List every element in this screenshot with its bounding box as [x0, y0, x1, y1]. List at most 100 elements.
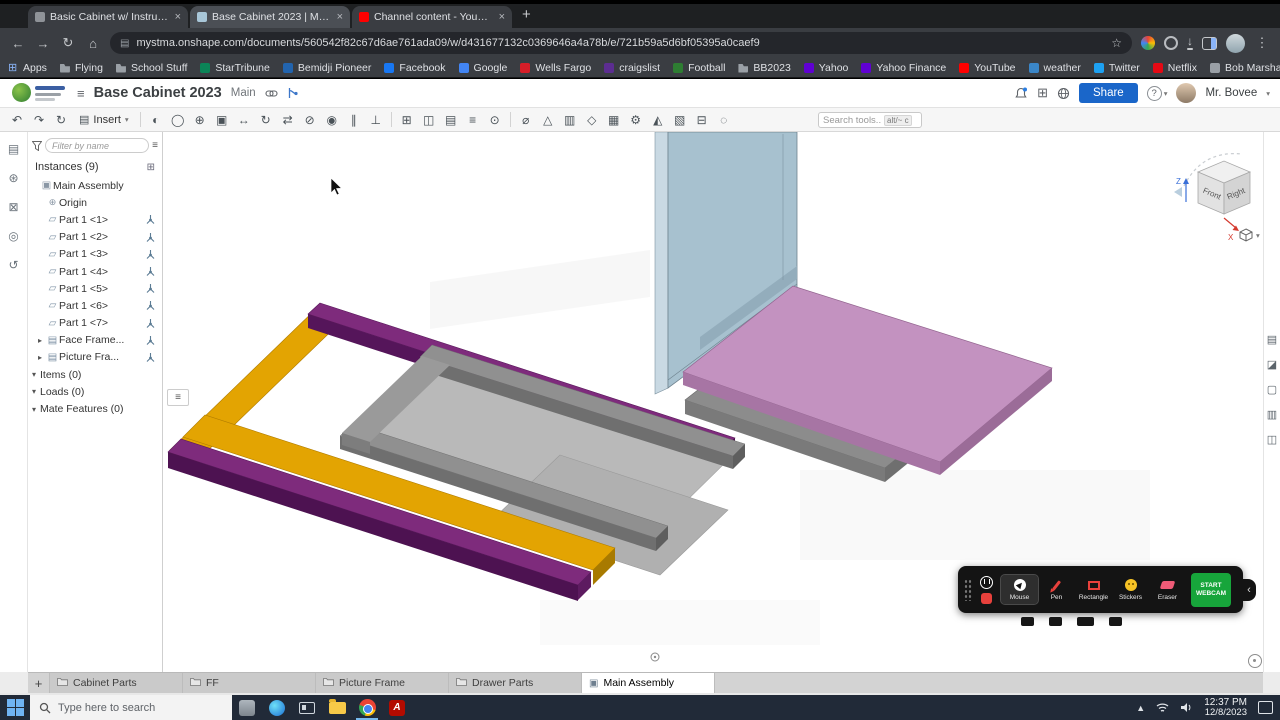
toolbar-icon[interactable]: ⚙ — [625, 111, 647, 129]
document-title[interactable]: Base Cabinet 2023 — [94, 85, 222, 101]
instances-options-icon[interactable]: ⊞ — [147, 162, 155, 173]
profile-avatar[interactable] — [1226, 33, 1245, 53]
tab-close-icon[interactable]: × — [499, 11, 505, 23]
toolbar-icon[interactable]: ∥ — [343, 111, 365, 129]
panel-icon[interactable]: ◪ — [1267, 358, 1277, 371]
list-view-icon[interactable]: ≡ — [152, 140, 158, 151]
extension-icon-2[interactable] — [1164, 36, 1178, 50]
mate-connector-icon[interactable] — [145, 318, 156, 329]
toolbar-icon[interactable]: ◐ — [145, 111, 167, 129]
view-options-button[interactable]: ▾ — [1239, 228, 1260, 242]
expand-arrow-icon[interactable]: ▾ — [32, 370, 40, 379]
expand-arrow-icon[interactable]: ▸ — [38, 353, 46, 362]
tree-row[interactable]: Part 1 <7> — [28, 315, 162, 332]
branch-icon[interactable] — [287, 87, 298, 99]
tree-row[interactable]: ▸ Picture Fra... — [28, 349, 162, 366]
toolbar-icon[interactable]: ◌ — [713, 111, 735, 129]
panel-icon[interactable]: ⊛ — [8, 171, 18, 185]
home-icon[interactable]: ⌂ — [85, 36, 101, 51]
mate-connector-icon[interactable] — [145, 249, 156, 260]
mate-connector-icon[interactable] — [145, 283, 156, 294]
bookmark-star-icon[interactable]: ☆ — [1111, 36, 1122, 50]
panel-icon[interactable]: ▤ — [1267, 333, 1277, 346]
share-grid-icon[interactable]: ⊞ — [1037, 85, 1048, 101]
rotate-left-arrow-icon[interactable] — [1174, 187, 1182, 197]
toolbar-icon[interactable]: ▣ — [211, 111, 233, 129]
toolbar-icon[interactable]: ▧ — [669, 111, 691, 129]
recorder-tool[interactable]: Eraser — [1149, 575, 1186, 604]
panel-icon[interactable]: ▢ — [1267, 383, 1277, 396]
bookmark-item[interactable]: craigslist — [604, 62, 660, 74]
dock-item[interactable] — [1077, 617, 1094, 626]
toolbar-icon[interactable]: ⌀ — [515, 111, 537, 129]
tab-close-icon[interactable]: × — [175, 11, 181, 23]
document-tab[interactable]: ▣ Cabinet Parts — [50, 673, 183, 693]
browser-tab[interactable]: Base Cabinet 2023 | Main Asse... × — [190, 6, 350, 28]
tree-row[interactable]: Part 1 <1> — [28, 211, 162, 228]
user-avatar[interactable] — [1176, 83, 1197, 103]
mate-connector-icon[interactable] — [145, 232, 156, 243]
browser-tab[interactable]: Channel content - YouTube Stu... × — [352, 6, 512, 28]
document-tab[interactable]: ▣ Drawer Parts — [449, 673, 582, 693]
toolbar-icon[interactable]: ↻ — [255, 111, 277, 129]
help-button[interactable]: ? ▾ — [1146, 85, 1167, 101]
pause-button[interactable] — [980, 575, 993, 589]
recorder-tool[interactable]: Pen — [1038, 575, 1075, 604]
toolbar-icon[interactable] — [390, 112, 392, 127]
tree-row[interactable]: Part 1 <3> — [28, 246, 162, 263]
bookmark-item[interactable]: Wells Fargo — [520, 62, 591, 74]
toolbar-icon[interactable]: ▤ — [440, 111, 462, 129]
bookmark-item[interactable]: Facebook — [384, 62, 446, 74]
link-icon[interactable] — [265, 87, 278, 100]
panel-icon[interactable]: ▥ — [1267, 408, 1277, 421]
bookmark-item[interactable]: Netflix — [1152, 62, 1197, 74]
notifications-bell-icon[interactable] — [1014, 87, 1028, 100]
toolbar-icon[interactable]: ◉ — [321, 111, 343, 129]
toolbar-icon[interactable]: ⊞ — [396, 111, 418, 129]
toolbar-icon[interactable]: ↔ — [233, 111, 255, 129]
acrobat-icon[interactable] — [382, 695, 412, 720]
toolbar-icon[interactable]: ▦ — [603, 111, 625, 129]
bookmark-item[interactable]: Football — [673, 62, 725, 74]
tree-row[interactable]: Main Assembly — [28, 177, 162, 194]
bookmark-item[interactable]: Bob Marshall Wilder... — [1209, 62, 1280, 74]
toolbar-icon[interactable]: ▥ — [559, 111, 581, 129]
chrome-icon[interactable] — [352, 695, 382, 720]
stop-record-button[interactable] — [981, 592, 992, 604]
start-button[interactable] — [0, 695, 30, 720]
bookmark-item[interactable]: Yahoo — [803, 62, 848, 74]
tab-close-icon[interactable]: × — [337, 11, 343, 23]
filter-funnel-icon[interactable] — [32, 140, 42, 151]
toolbar-icon[interactable]: ◭ — [647, 111, 669, 129]
extension-icon[interactable] — [1141, 36, 1155, 50]
document-menu-icon[interactable]: ≡ — [77, 86, 85, 101]
feature-list-toggle[interactable]: ≡ — [167, 389, 189, 406]
user-name[interactable]: Mr. Bovee — [1205, 87, 1257, 99]
downloads-icon[interactable]: ↓ — [1187, 35, 1193, 50]
toolbar-icon[interactable]: ⊙ — [484, 111, 506, 129]
mate-connector-icon[interactable] — [145, 266, 156, 277]
side-panel-icon[interactable] — [1202, 36, 1217, 50]
share-button[interactable]: Share — [1079, 83, 1138, 103]
search-tools[interactable]: alt/~ c — [818, 112, 922, 128]
filter-input[interactable] — [45, 138, 150, 153]
document-tab[interactable]: ▣ Picture Frame — [316, 673, 449, 693]
mate-connector-icon[interactable] — [145, 335, 156, 346]
toolbar-icon[interactable]: ⇄ — [277, 111, 299, 129]
bookmark-item[interactable]: Flying — [59, 62, 103, 74]
language-globe-icon[interactable] — [1057, 87, 1070, 100]
pinned-app-icon[interactable] — [232, 695, 262, 720]
dock-item[interactable] — [1021, 617, 1034, 626]
bookmark-item[interactable]: StarTribune — [200, 62, 270, 74]
bookmark-item[interactable]: Yahoo Finance — [861, 62, 946, 74]
edge-icon[interactable] — [262, 695, 292, 720]
network-icon[interactable] — [1156, 702, 1169, 713]
mate-connector-icon[interactable] — [145, 300, 156, 311]
toolbar-icon[interactable]: ⊟ — [691, 111, 713, 129]
file-explorer-icon[interactable] — [322, 695, 352, 720]
bookmark-item[interactable]: Apps — [8, 62, 47, 74]
toolbar-icon[interactable]: ↷ — [28, 111, 50, 129]
tree-row[interactable]: ▸ Face Frame... — [28, 332, 162, 349]
panel-icon[interactable]: ↺ — [8, 258, 18, 272]
collapse-toolbar-icon[interactable]: ‹ — [1242, 579, 1256, 601]
